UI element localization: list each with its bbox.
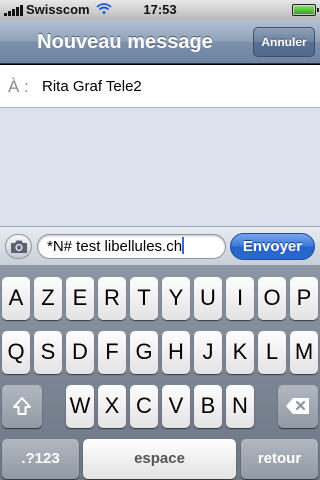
camera-button[interactable] xyxy=(5,234,32,259)
numbers-key[interactable]: .?123 xyxy=(2,439,79,479)
return-key[interactable]: retour xyxy=(241,439,318,479)
key-d[interactable]: D xyxy=(66,331,94,374)
recipient-field[interactable]: À : Rita Graf Tele2 xyxy=(0,65,320,108)
key-x[interactable]: X xyxy=(98,385,126,428)
key-z[interactable]: Z xyxy=(34,277,62,320)
key-k[interactable]: K xyxy=(226,331,254,374)
key-t[interactable]: T xyxy=(130,277,158,320)
battery-level xyxy=(294,6,314,14)
recipient-value[interactable]: Rita Graf Tele2 xyxy=(42,78,142,95)
battery-icon xyxy=(292,4,319,16)
key-m[interactable]: M xyxy=(290,331,318,374)
key-h[interactable]: H xyxy=(162,331,190,374)
message-text: *N# test libellules.ch xyxy=(47,238,183,255)
key-q[interactable]: Q xyxy=(2,331,30,374)
key-n[interactable]: N xyxy=(226,385,254,428)
clock: 17:53 xyxy=(143,2,177,17)
key-g[interactable]: G xyxy=(130,331,158,374)
delete-key[interactable] xyxy=(278,385,318,428)
key-c[interactable]: C xyxy=(130,385,158,428)
key-o[interactable]: O xyxy=(258,277,286,320)
key-j[interactable]: J xyxy=(194,331,222,374)
key-l[interactable]: L xyxy=(258,331,286,374)
keyboard: A Z E R T Y U I O P Q S D F G H J K L M … xyxy=(0,265,320,480)
key-v[interactable]: V xyxy=(162,385,190,428)
send-button[interactable]: Envoyer xyxy=(230,233,315,260)
key-f[interactable]: F xyxy=(98,331,126,374)
camera-icon xyxy=(11,240,27,253)
key-r[interactable]: R xyxy=(98,277,126,320)
navigation-bar: Nouveau message Annuler xyxy=(0,20,320,64)
key-y[interactable]: Y xyxy=(162,277,190,320)
recipient-label: À : xyxy=(8,77,29,96)
backspace-icon xyxy=(286,398,309,414)
shift-icon xyxy=(13,397,31,415)
text-cursor xyxy=(182,237,185,254)
key-s[interactable]: S xyxy=(34,331,62,374)
key-e[interactable]: E xyxy=(66,277,94,320)
key-b[interactable]: B xyxy=(194,385,222,428)
shift-key[interactable] xyxy=(2,385,42,428)
message-input[interactable]: *N# test libellules.ch xyxy=(37,234,226,259)
compose-bar: *N# test libellules.ch Envoyer xyxy=(0,226,320,265)
key-i[interactable]: I xyxy=(226,277,254,320)
key-u[interactable]: U xyxy=(194,277,222,320)
status-bar: Swisscom 17:53 xyxy=(0,0,320,20)
key-p[interactable]: P xyxy=(290,277,318,320)
key-w[interactable]: W xyxy=(66,385,94,428)
key-a[interactable]: A xyxy=(2,277,30,320)
message-thread-area xyxy=(0,108,320,226)
cancel-button[interactable]: Annuler xyxy=(253,27,315,57)
space-key[interactable]: espace xyxy=(83,439,236,479)
page-title: Nouveau message xyxy=(37,31,213,53)
